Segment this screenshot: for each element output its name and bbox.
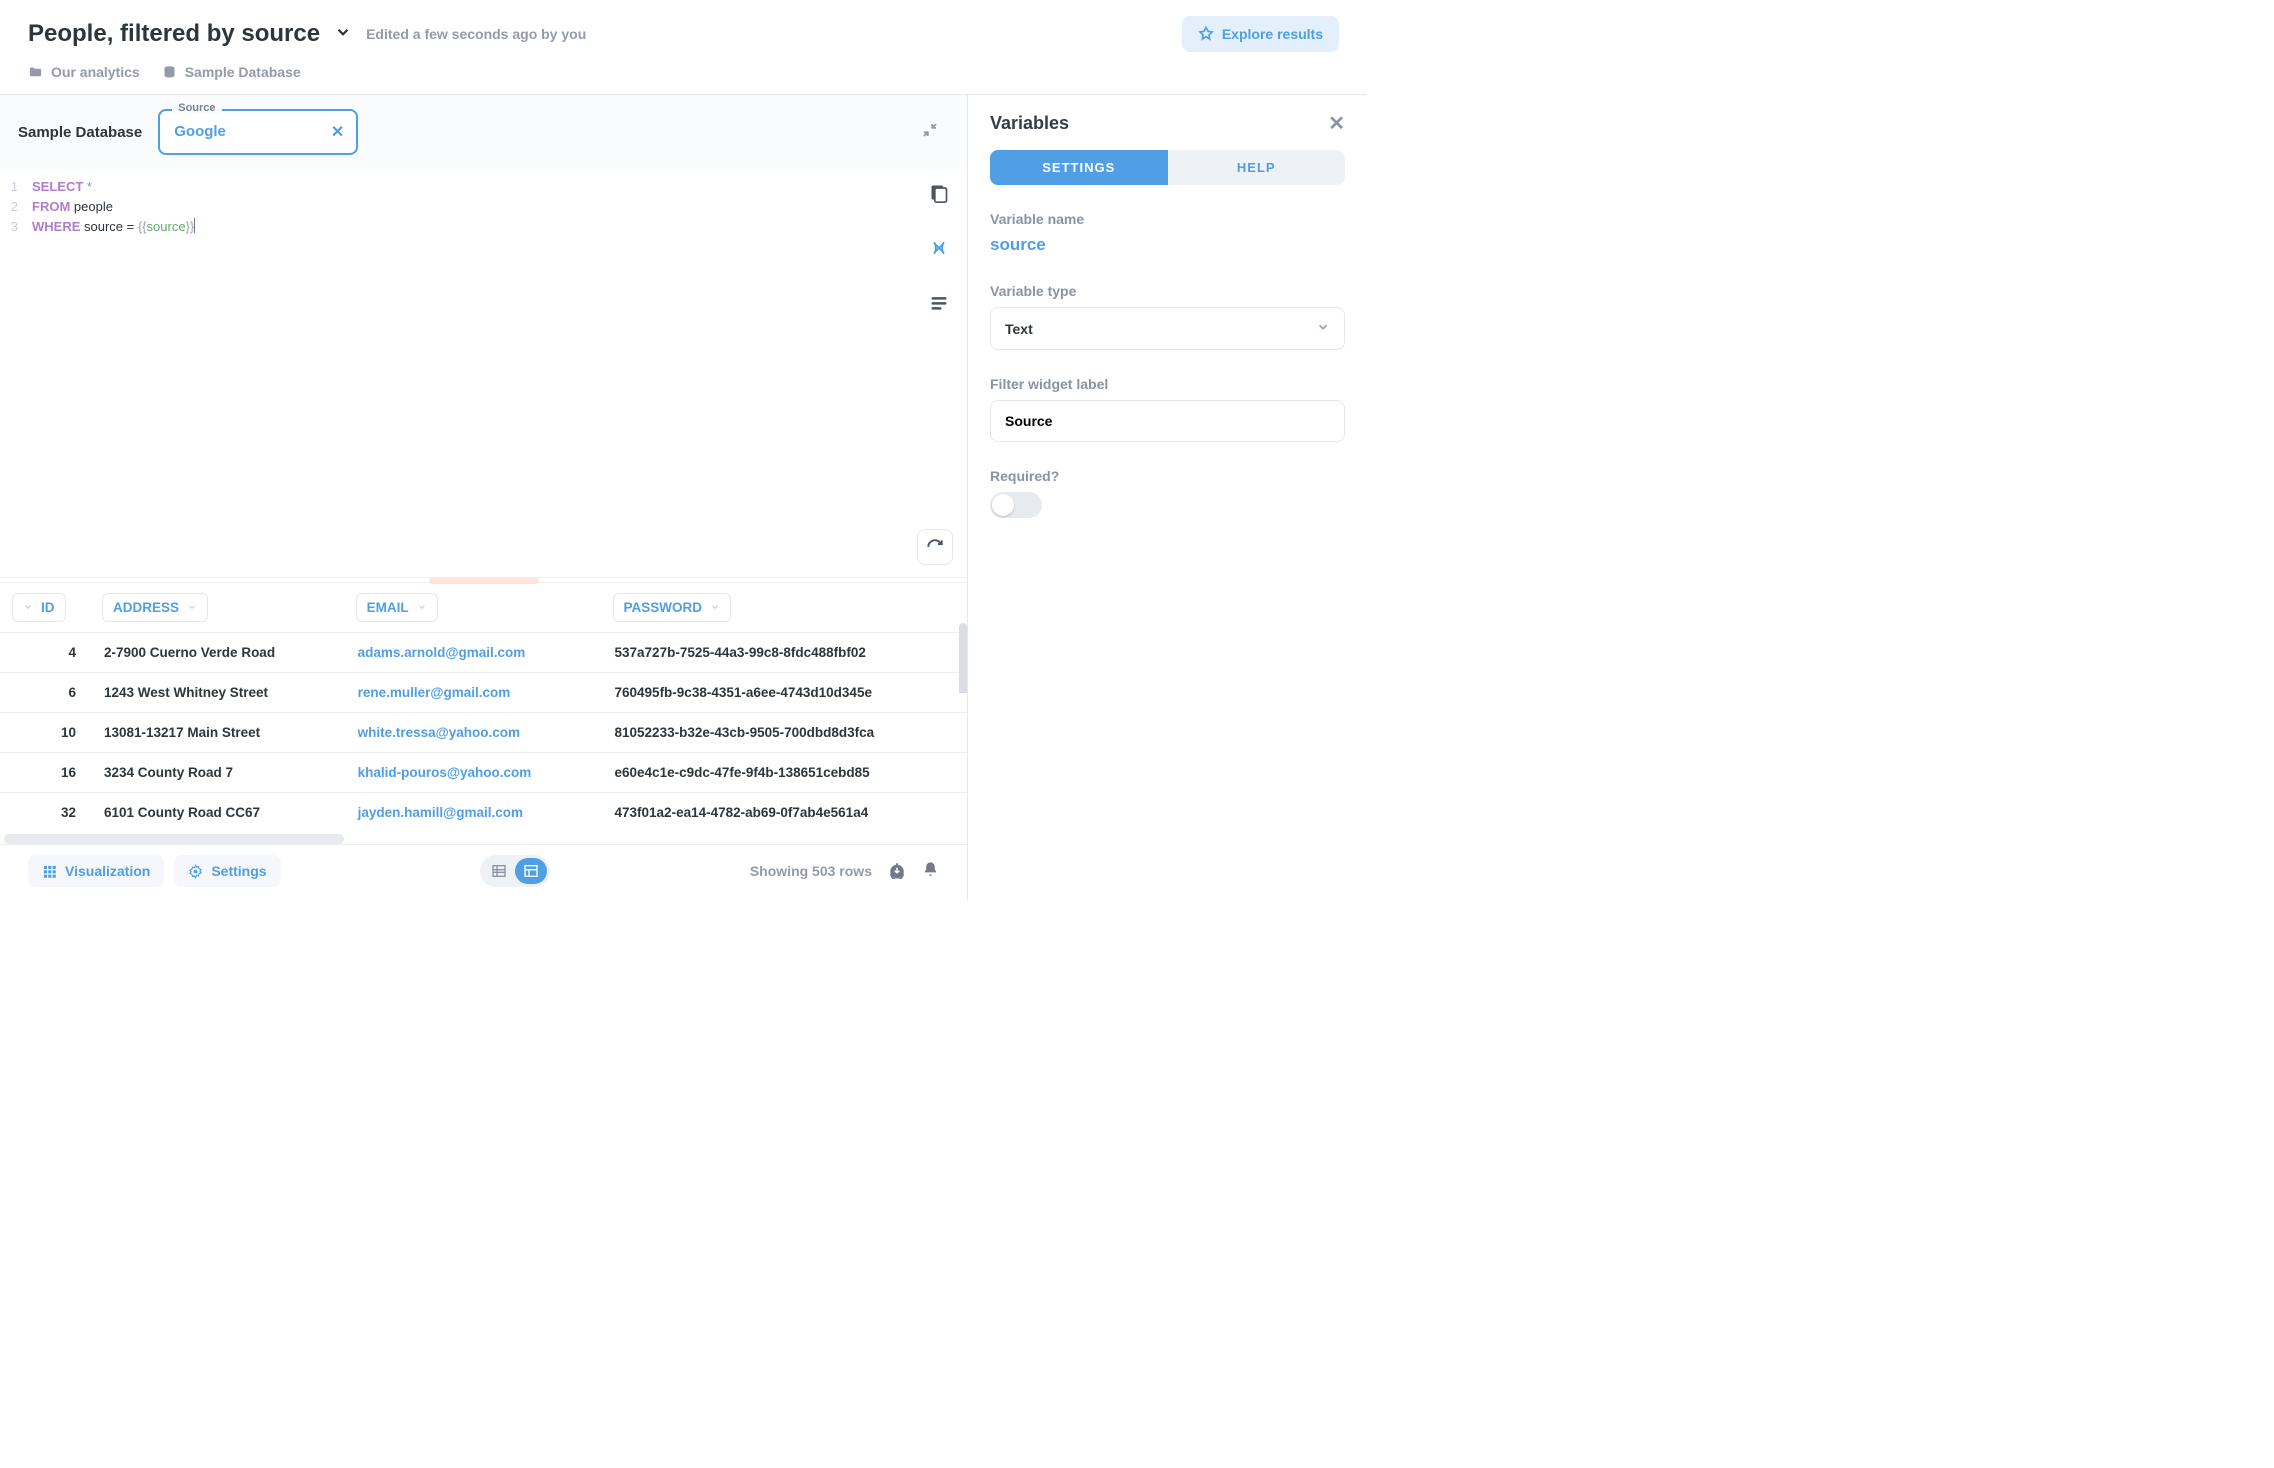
filter-chip-legend: Source — [172, 102, 221, 114]
cell-email[interactable]: khalid-pouros@yahoo.com — [344, 753, 601, 793]
explore-results-label: Explore results — [1222, 26, 1323, 42]
table-row[interactable]: 1013081-13217 Main Streetwhite.tressa@ya… — [0, 713, 967, 753]
chevron-down-icon — [23, 600, 33, 615]
results-table: IDADDRESSEMAILPASSWORD 42-7900 Cuerno Ve… — [0, 583, 967, 832]
view-mode-toggle[interactable] — [480, 855, 550, 887]
tab-settings[interactable]: SETTINGS — [990, 150, 1168, 185]
vertical-scrollbar[interactable] — [959, 623, 967, 832]
sidebar-title: Variables — [990, 113, 1069, 134]
visualization-label: Visualization — [65, 863, 150, 879]
explore-results-button[interactable]: Explore results — [1182, 16, 1339, 52]
label-required: Required? — [990, 468, 1345, 484]
close-sidebar-icon[interactable]: ✕ — [1328, 111, 1345, 136]
cell-password: 473f01a2-ea14-4782-ab69-0f7ab4e561a4 — [601, 793, 967, 833]
horizontal-scrollbar[interactable] — [4, 834, 344, 844]
cell-address: 2-7900 Cuerno Verde Road — [90, 633, 344, 673]
breadcrumb-collection-label: Our analytics — [51, 64, 140, 80]
cell-id: 4 — [0, 633, 90, 673]
chevron-down-icon — [1316, 320, 1330, 337]
cell-email[interactable]: jayden.hamill@gmail.com — [344, 793, 601, 833]
run-query-button[interactable] — [917, 529, 953, 565]
variable-name-value: source — [990, 235, 1345, 255]
view-mode-table-icon[interactable] — [483, 858, 515, 884]
cell-password: 760495fb-9c38-4351-a6ee-4743d10d345e — [601, 673, 967, 713]
cell-id: 10 — [0, 713, 90, 753]
cell-email[interactable]: adams.arnold@gmail.com — [344, 633, 601, 673]
cell-email[interactable]: white.tressa@yahoo.com — [344, 713, 601, 753]
cell-address: 13081-13217 Main Street — [90, 713, 344, 753]
cell-email[interactable]: rene.muller@gmail.com — [344, 673, 601, 713]
filter-chip-source[interactable]: Source Google ✕ — [158, 109, 358, 155]
page-title[interactable]: People, filtered by source — [28, 20, 320, 48]
data-reference-icon[interactable] — [929, 183, 949, 208]
tab-help[interactable]: HELP — [1168, 150, 1346, 185]
visualization-button[interactable]: Visualization — [28, 855, 164, 887]
required-toggle[interactable] — [990, 492, 1042, 518]
settings-label: Settings — [211, 863, 266, 879]
cell-id: 6 — [0, 673, 90, 713]
label-filter-widget: Filter widget label — [990, 376, 1345, 392]
table-row[interactable]: 326101 County Road CC67jayden.hamill@gma… — [0, 793, 967, 833]
filter-widget-label-input[interactable] — [990, 400, 1345, 442]
table-row[interactable]: 61243 West Whitney Streetrene.muller@gma… — [0, 673, 967, 713]
chevron-down-icon — [417, 600, 427, 615]
cell-password: e60e4c1e-c9dc-47fe-9f4b-138651cebd85 — [601, 753, 967, 793]
label-variable-name: Variable name — [990, 211, 1345, 227]
snippets-icon[interactable] — [929, 293, 949, 318]
edited-indicator: Edited a few seconds ago by you — [366, 26, 586, 42]
chevron-down-icon[interactable] — [334, 23, 352, 46]
table-row[interactable]: 42-7900 Cuerno Verde Roadadams.arnold@gm… — [0, 633, 967, 673]
column-header[interactable]: ADDRESS — [90, 583, 344, 633]
breadcrumb-database-label: Sample Database — [185, 64, 301, 80]
variable-type-select[interactable]: Text — [990, 307, 1345, 350]
collapse-editor-icon[interactable] — [921, 121, 939, 144]
column-header[interactable]: ID — [0, 583, 90, 633]
table-row[interactable]: 163234 County Road 7khalid-pouros@yahoo.… — [0, 753, 967, 793]
bell-icon[interactable] — [922, 861, 939, 881]
download-icon[interactable] — [888, 861, 906, 882]
settings-button[interactable]: Settings — [174, 855, 280, 887]
cell-address: 6101 County Road CC67 — [90, 793, 344, 833]
filter-chip-value: Google — [174, 123, 226, 140]
column-header[interactable]: EMAIL — [344, 583, 601, 633]
chevron-down-icon — [710, 600, 720, 615]
label-variable-type: Variable type — [990, 283, 1345, 299]
close-icon[interactable]: ✕ — [331, 122, 344, 142]
cell-id: 16 — [0, 753, 90, 793]
variables-icon[interactable] — [929, 238, 949, 263]
row-count: Showing 503 rows — [750, 863, 872, 879]
view-mode-detail-icon[interactable] — [515, 858, 547, 884]
cell-password: 537a727b-7525-44a3-99c8-8fdc488fbf02 — [601, 633, 967, 673]
variable-type-value: Text — [1005, 321, 1033, 337]
sql-editor[interactable]: 123 SELECT * FROM people WHERE source = … — [0, 169, 911, 519]
column-header[interactable]: PASSWORD — [601, 583, 967, 633]
database-selector[interactable]: Sample Database — [18, 124, 142, 141]
breadcrumb: Our analytics Sample Database — [0, 64, 1367, 94]
cell-address: 3234 County Road 7 — [90, 753, 344, 793]
cell-address: 1243 West Whitney Street — [90, 673, 344, 713]
cell-id: 32 — [0, 793, 90, 833]
breadcrumb-database[interactable]: Sample Database — [162, 64, 301, 80]
breadcrumb-collection[interactable]: Our analytics — [28, 64, 140, 80]
cell-password: 81052233-b32e-43cb-9505-700dbd8d3fca — [601, 713, 967, 753]
chevron-down-icon — [187, 600, 197, 615]
